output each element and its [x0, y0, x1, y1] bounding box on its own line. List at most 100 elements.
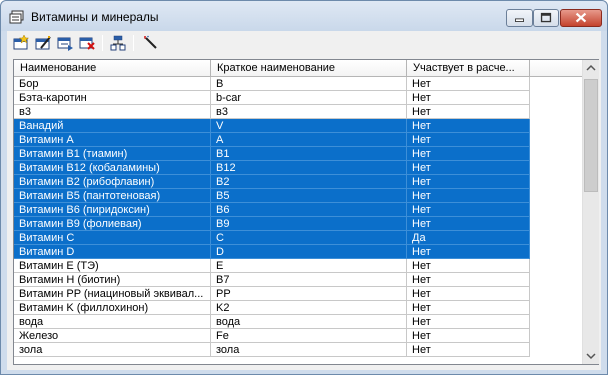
cell-name: Витамин B5 (пантотеновая)	[14, 189, 211, 203]
cell-participates: Нет	[407, 133, 530, 147]
table-row[interactable]: Витамин B5 (пантотеновая) B5 Нет	[14, 189, 530, 203]
app-icon	[9, 10, 24, 24]
grid-header: Наименование Краткое наименование Участв…	[14, 60, 582, 77]
cell-participates: Нет	[407, 91, 530, 105]
table-row[interactable]: Витамин A A Нет	[14, 133, 530, 147]
table-row[interactable]: Витамин D D Нет	[14, 245, 530, 259]
cell-participates: Нет	[407, 105, 530, 119]
cell-short-name: E	[211, 259, 407, 273]
table-row[interactable]: Витамин B12 (кобаламины) B12 Нет	[14, 161, 530, 175]
column-header-participates[interactable]: Участвует в расче...	[407, 60, 530, 77]
table-row[interactable]: Ванадий V Нет	[14, 119, 530, 133]
maximize-button[interactable]	[533, 9, 559, 27]
cell-name: Витамин K (филлохинон)	[14, 301, 211, 315]
column-header-short-name[interactable]: Краткое наименование	[211, 60, 407, 77]
cell-name: Витамин B6 (пиридоксин)	[14, 203, 211, 217]
tree-button[interactable]	[108, 34, 128, 52]
cell-participates: Нет	[407, 189, 530, 203]
title-bar[interactable]: Витамины и минералы	[1, 1, 607, 31]
copy-record-button[interactable]	[55, 34, 75, 52]
cell-name: в3	[14, 105, 211, 119]
cell-name: Витамин H (биотин)	[14, 273, 211, 287]
toolbar-separator	[102, 35, 103, 51]
cell-name: Витамин C	[14, 231, 211, 245]
cell-short-name: Fe	[211, 329, 407, 343]
add-record-icon	[13, 35, 29, 50]
table-row[interactable]: Витамин H (биотин) B7 Нет	[14, 273, 530, 287]
cell-name: вода	[14, 315, 211, 329]
cell-participates: Нет	[407, 287, 530, 301]
chevron-down-icon	[586, 353, 596, 360]
cell-participates: Нет	[407, 245, 530, 259]
cell-name: Бэта-каротин	[14, 91, 211, 105]
delete-record-button[interactable]	[77, 34, 97, 52]
data-grid: Наименование Краткое наименование Участв…	[13, 59, 599, 365]
cell-short-name: B9	[211, 217, 407, 231]
cell-name: Витамин A	[14, 133, 211, 147]
cell-participates: Нет	[407, 343, 530, 357]
table-row[interactable]: Железо Fe Нет	[14, 329, 530, 343]
cell-participates: Нет	[407, 315, 530, 329]
cell-short-name: вода	[211, 315, 407, 329]
client-area: Наименование Краткое наименование Участв…	[7, 31, 601, 370]
cell-participates: Нет	[407, 77, 530, 91]
cell-participates: Нет	[407, 161, 530, 175]
table-row[interactable]: Витамин PP (ниациновый эквивал... PP Нет	[14, 287, 530, 301]
minimize-button[interactable]	[506, 9, 533, 27]
cell-participates: Нет	[407, 329, 530, 343]
window-title: Витамины и минералы	[31, 10, 159, 24]
table-row[interactable]: зола зола Нет	[14, 343, 530, 357]
table-row[interactable]: Витамин B9 (фолиевая) B9 Нет	[14, 217, 530, 231]
scroll-up-button[interactable]	[583, 60, 599, 77]
cell-short-name: зола	[211, 343, 407, 357]
cell-participates: Нет	[407, 273, 530, 287]
copy-record-icon	[57, 37, 73, 51]
table-row[interactable]: Витамин C C Да	[14, 231, 530, 245]
table-row[interactable]: Бэта-каротин b-car Нет	[14, 91, 530, 105]
table-row[interactable]: Витамин E (ТЭ) E Нет	[14, 259, 530, 273]
cell-name: Витамин B12 (кобаламины)	[14, 161, 211, 175]
cell-short-name: B12	[211, 161, 407, 175]
table-row[interactable]: Витамин K (филлохинон) K2 Нет	[14, 301, 530, 315]
cell-participates: Нет	[407, 147, 530, 161]
toolbar-separator	[133, 35, 134, 51]
tree-icon	[110, 35, 126, 51]
cell-short-name: B2	[211, 175, 407, 189]
cell-participates: Да	[407, 231, 530, 245]
scroll-thumb[interactable]	[584, 79, 598, 192]
toolbar	[7, 31, 601, 55]
minimize-icon	[515, 18, 524, 22]
edit-record-icon	[35, 36, 51, 50]
table-row[interactable]: вода вода Нет	[14, 315, 530, 329]
cell-short-name: B5	[211, 189, 407, 203]
cell-name: зола	[14, 343, 211, 357]
table-row[interactable]: Витамин B6 (пиридоксин) B6 Нет	[14, 203, 530, 217]
cell-participates: Нет	[407, 217, 530, 231]
cell-name: Витамин B9 (фолиевая)	[14, 217, 211, 231]
table-row[interactable]: Бор B Нет	[14, 77, 530, 91]
cell-short-name: D	[211, 245, 407, 259]
vertical-scrollbar[interactable]	[582, 60, 599, 364]
close-icon	[575, 12, 587, 23]
cell-participates: Нет	[407, 119, 530, 133]
cell-short-name: B1	[211, 147, 407, 161]
add-record-button[interactable]	[11, 34, 31, 52]
cell-short-name: C	[211, 231, 407, 245]
maximize-icon	[540, 12, 552, 23]
cell-short-name: B7	[211, 273, 407, 287]
table-row[interactable]: Витамин B2 (рибофлавин) B2 Нет	[14, 175, 530, 189]
cell-name: Витамин B1 (тиамин)	[14, 147, 211, 161]
cell-short-name: V	[211, 119, 407, 133]
cell-short-name: в3	[211, 105, 407, 119]
magic-wand-button[interactable]	[140, 34, 160, 52]
close-button[interactable]	[560, 9, 602, 27]
column-header-filler	[530, 60, 582, 77]
magic-wand-icon	[144, 35, 157, 49]
scroll-down-button[interactable]	[583, 347, 599, 364]
table-row[interactable]: Витамин B1 (тиамин) B1 Нет	[14, 147, 530, 161]
column-header-name[interactable]: Наименование	[14, 60, 211, 77]
cell-name: Витамин D	[14, 245, 211, 259]
table-row[interactable]: в3 в3 Нет	[14, 105, 530, 119]
delete-record-icon	[79, 37, 95, 50]
edit-record-button[interactable]	[33, 34, 53, 52]
